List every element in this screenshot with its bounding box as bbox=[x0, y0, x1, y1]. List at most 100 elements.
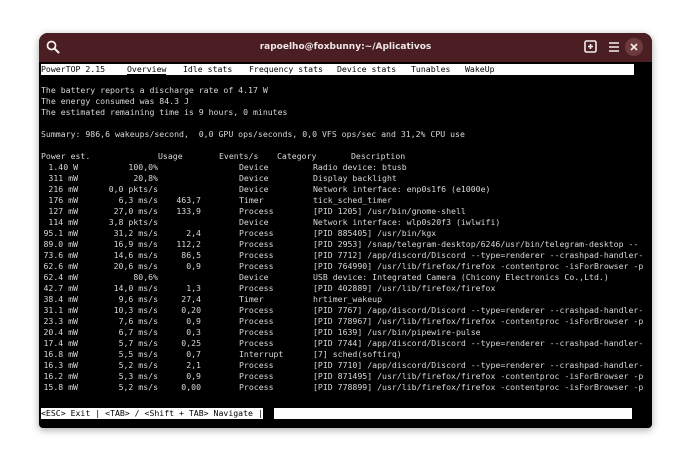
tab-frequency-stats[interactable]: Frequency stats bbox=[249, 64, 323, 75]
cell-power: 89.0 mW bbox=[43, 239, 78, 249]
cell-description: [PID 1639] /usr/bin/pipewire-pulse bbox=[313, 327, 481, 337]
cell-power: 15.8 mW bbox=[43, 382, 78, 392]
cell-category: Process bbox=[239, 250, 274, 260]
cell-usage: 100,0% bbox=[128, 162, 158, 172]
table-row: 89.0 mW 16,9 ms/s 112,2 Process [PID 2953] /… bbox=[41, 239, 647, 250]
cell-description: [7] sched(softirq) bbox=[313, 349, 402, 359]
battery-discharge: The battery reports a discharge rate of … bbox=[41, 85, 268, 95]
cell-events: 0,25 bbox=[181, 338, 201, 348]
tab-idle-stats[interactable]: Idle stats bbox=[183, 64, 232, 75]
cell-description: [PID 7710] /app/discord/Discord --type=r… bbox=[313, 360, 644, 370]
cell-description: Network interface: enp0s1f6 (e1000e) bbox=[313, 184, 491, 194]
cell-category: Process bbox=[239, 305, 274, 315]
cell-usage: 7,6 ms/s bbox=[118, 316, 158, 326]
terminal-area[interactable]: PowerTOP 2.15 Overview Idle stats Freque… bbox=[39, 62, 652, 428]
cell-power: 114 mW bbox=[48, 217, 78, 227]
cell-events: 133,9 bbox=[176, 206, 201, 216]
summary-line: Summary: 986,6 wakeups/second, 0,0 GPU o… bbox=[41, 129, 465, 139]
cell-category: Device bbox=[239, 184, 269, 194]
cell-usage: 5,2 ms/s bbox=[118, 360, 158, 370]
cell-usage: 5,7 ms/s bbox=[118, 338, 158, 348]
cell-usage: 14,6 ms/s bbox=[113, 250, 158, 260]
cell-usage: 14,0 ms/s bbox=[113, 283, 158, 293]
cell-description: [PID 7744] /app/discord/Discord --type=r… bbox=[313, 338, 644, 348]
cell-usage: 5,5 ms/s bbox=[118, 349, 158, 359]
cell-usage: 3,8 pkts/s bbox=[108, 217, 158, 227]
cell-usage: 20,6 ms/s bbox=[113, 261, 158, 271]
cell-description: [PID 764990] /usr/lib/firefox/firefox -c… bbox=[313, 261, 644, 271]
cell-category: Process bbox=[239, 316, 274, 326]
cell-usage: 6,3 ms/s bbox=[118, 195, 158, 205]
cell-power: 16.3 mW bbox=[43, 360, 78, 370]
table-row: 62.6 mW 20,6 ms/s 0,9 Process [PID 764990] /… bbox=[41, 261, 647, 272]
cell-category: Process bbox=[239, 327, 274, 337]
tab-tunables[interactable]: Tunables bbox=[411, 64, 450, 75]
cell-power: 38.4 mW bbox=[43, 294, 78, 304]
tab-device-stats[interactable]: Device stats bbox=[337, 64, 396, 75]
titlebar: rapoelho@foxbunny:~/Aplicativos bbox=[39, 33, 652, 62]
command-input[interactable] bbox=[274, 408, 632, 419]
table-row: 23.3 mW 7,6 ms/s 0,9 Process [PID 778967] /u… bbox=[41, 316, 647, 327]
cell-power: 31.1 mW bbox=[43, 305, 78, 315]
cell-description: [PID 778899] /usr/lib/firefox/firefox -c… bbox=[313, 382, 644, 392]
close-icon bbox=[630, 43, 638, 51]
table-row: 73.6 mW 14,6 ms/s 86,5 Process [PID 7712] /a… bbox=[41, 250, 647, 261]
cell-category: Device bbox=[239, 217, 269, 227]
table-row: 16.8 mW 5,5 ms/s 0,7 Interrupt [7] sched(sof… bbox=[41, 349, 647, 360]
cell-category: Process bbox=[239, 206, 274, 216]
cell-power: 23.3 mW bbox=[43, 316, 78, 326]
cell-description: Display backlight bbox=[313, 173, 397, 183]
cell-description: [PID 778967] /usr/lib/firefox/firefox -c… bbox=[313, 316, 644, 326]
cell-power: 216 mW bbox=[48, 184, 78, 194]
cell-power: 176 mW bbox=[48, 195, 78, 205]
cell-description: [PID 7712] /app/discord/Discord --type=r… bbox=[313, 250, 644, 260]
cell-category: Process bbox=[239, 228, 274, 238]
cell-events: 1,3 bbox=[186, 283, 201, 293]
cell-category: Process bbox=[239, 338, 274, 348]
cell-description: hrtimer_wakeup bbox=[313, 294, 383, 304]
cell-description: Radio device: btusb bbox=[313, 162, 407, 172]
table-row: 15.8 mW 5,2 ms/s 0,00 Process [PID 778899] /… bbox=[41, 382, 647, 393]
cell-power: 95.1 mW bbox=[43, 228, 78, 238]
cell-description: tick_sched_timer bbox=[313, 195, 392, 205]
table-row: 127 mW 27,0 ms/s 133,9 Process [PID 1205] /u… bbox=[41, 206, 647, 217]
cell-category: Device bbox=[239, 272, 269, 282]
cell-description: [PID 885405] /usr/bin/kgx bbox=[313, 228, 437, 238]
new-tab-icon[interactable] bbox=[583, 39, 599, 55]
table-row: 95.1 mW 31,2 ms/s 2,4 Process [PID 885405] /… bbox=[41, 228, 647, 239]
battery-energy: The energy consumed was 84.3 J bbox=[41, 96, 189, 106]
tab-wakeup[interactable]: WakeUp bbox=[465, 64, 495, 75]
table-row: 216 mW 0,0 pkts/s Device Network interface:… bbox=[41, 184, 647, 195]
cell-category: Process bbox=[239, 283, 274, 293]
cell-category: Process bbox=[239, 371, 274, 381]
tab-bar: PowerTOP 2.15 Overview Idle stats Freque… bbox=[41, 64, 634, 75]
cell-usage: 27,0 ms/s bbox=[113, 206, 158, 216]
cell-events: 0,9 bbox=[186, 316, 201, 326]
header-power: Power est. bbox=[41, 151, 91, 161]
table-row: 17.4 mW 5,7 ms/s 0,25 Process [PID 7744] /ap… bbox=[41, 338, 647, 349]
menu-icon[interactable] bbox=[606, 39, 622, 55]
cell-events: 0,00 bbox=[181, 382, 201, 392]
table-row: 31.1 mW 10,3 ms/s 0,20 Process [PID 7767] /a… bbox=[41, 305, 647, 316]
cell-category: Device bbox=[239, 162, 269, 172]
cell-description: [PID 2953] /snap/telegram-desktop/6246/u… bbox=[313, 239, 639, 249]
header-description: Description bbox=[351, 151, 406, 161]
cell-power: 20.4 mW bbox=[43, 327, 78, 337]
cell-category: Process bbox=[239, 261, 274, 271]
close-button[interactable] bbox=[625, 38, 643, 56]
tab-overview[interactable]: Overview bbox=[127, 64, 167, 75]
cell-power: 16.8 mW bbox=[43, 349, 78, 359]
cell-category: Interrupt bbox=[239, 349, 284, 359]
table-row: 42.7 mW 14,0 ms/s 1,3 Process [PID 402889] /… bbox=[41, 283, 647, 294]
table-row: 16.3 mW 5,2 ms/s 2,1 Process [PID 7710] /app… bbox=[41, 360, 647, 371]
table-row: 1.40 W 100,0% Device Radio device: btusb bbox=[41, 162, 647, 173]
cell-description: Network interface: wlp0s20f3 (iwlwifi) bbox=[313, 217, 501, 227]
header-category: Category bbox=[277, 151, 317, 161]
cell-power: 62.6 mW bbox=[43, 261, 78, 271]
cell-usage: 6,7 ms/s bbox=[118, 327, 158, 337]
cell-events: 86,5 bbox=[181, 250, 201, 260]
cell-category: Timer bbox=[239, 195, 264, 205]
cell-usage: 9,6 ms/s bbox=[118, 294, 158, 304]
cell-usage: 10,3 ms/s bbox=[113, 305, 158, 315]
app-name: PowerTOP 2.15 bbox=[41, 64, 106, 74]
